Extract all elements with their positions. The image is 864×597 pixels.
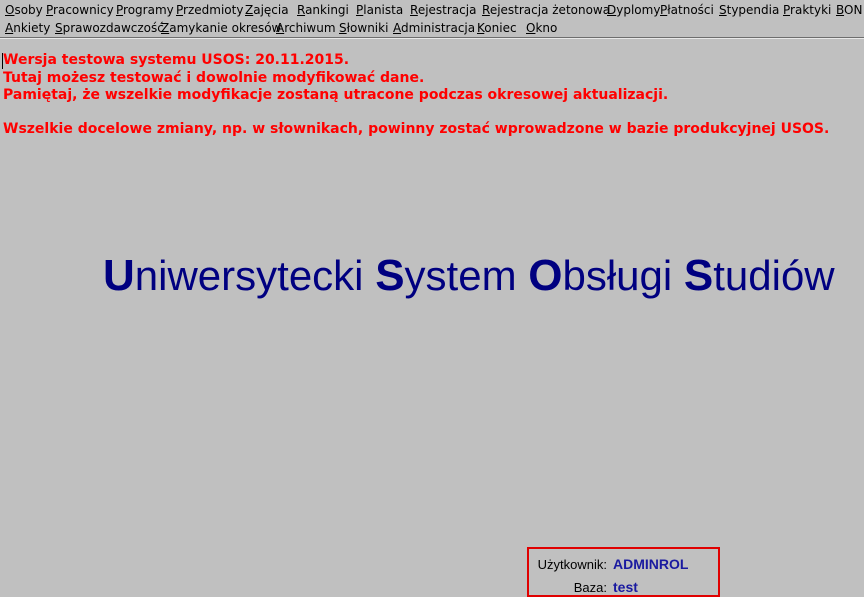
user-label: Użytkownik: [537, 557, 607, 572]
menu-bon[interactable]: BON [836, 1, 862, 19]
database-label: Baza: [573, 580, 607, 595]
user-value: ADMINROL [613, 556, 689, 572]
menu-pracownicy[interactable]: Pracownicy [46, 1, 114, 19]
menu-osoby[interactable]: Osoby [5, 1, 43, 19]
menu-sprawozdawczosc[interactable]: Sprawozdawczość [55, 19, 164, 37]
menu-rejestracja-zetonowa[interactable]: Rejestracja żetonowa [482, 1, 610, 19]
menu-planista[interactable]: Planista [356, 1, 403, 19]
menu-slowniki[interactable]: Słowniki [339, 19, 388, 37]
system-title: Uniwersytecki System Obsługi Studiów [103, 251, 835, 300]
menu-przedmioty[interactable]: Przedmioty [176, 1, 243, 19]
menu-koniec[interactable]: Koniec [477, 19, 517, 37]
menu-programy[interactable]: Programy [116, 1, 174, 19]
menu-zajecia[interactable]: Zajęcia [245, 1, 289, 19]
menu-administracja[interactable]: Administracja [393, 19, 475, 37]
notice-line-production: Wszelkie docelowe zmiany, np. w słownika… [3, 120, 830, 137]
session-status-box: Użytkownik: ADMINROL Baza: test [527, 547, 720, 597]
menu-archiwum[interactable]: Archiwum [276, 19, 336, 37]
menu-okno[interactable]: Okno [526, 19, 557, 37]
test-version-notice: Wersja testowa systemu USOS: 20.11.2015.… [3, 52, 829, 138]
menu-platnosci[interactable]: Płatności [660, 1, 714, 19]
menu-praktyki[interactable]: Praktyki [783, 1, 831, 19]
menu-zamykanie-okresow[interactable]: Zamykanie okresów [161, 19, 281, 37]
menu-bar: Osoby Pracownicy Programy Przedmioty Zaj… [0, 0, 864, 38]
notice-line-version: Wersja testowa systemu USOS: 20.11.2015. [3, 52, 350, 68]
notice-gap [3, 105, 829, 121]
notice-line-warning: Pamiętaj, że wszelkie modyfikacje zostan… [3, 87, 669, 103]
notice-line-test: Tutaj możesz testować i dowolnie modyfik… [3, 69, 425, 86]
menu-stypendia[interactable]: Stypendia [719, 1, 779, 19]
menu-dyplomy[interactable]: Dyplomy [607, 1, 660, 19]
menu-rejestracja[interactable]: Rejestracja [410, 1, 476, 19]
menu-rankingi[interactable]: Rankingi [297, 1, 349, 19]
database-value: test [613, 579, 638, 595]
menu-ankiety[interactable]: Ankiety [5, 19, 50, 37]
